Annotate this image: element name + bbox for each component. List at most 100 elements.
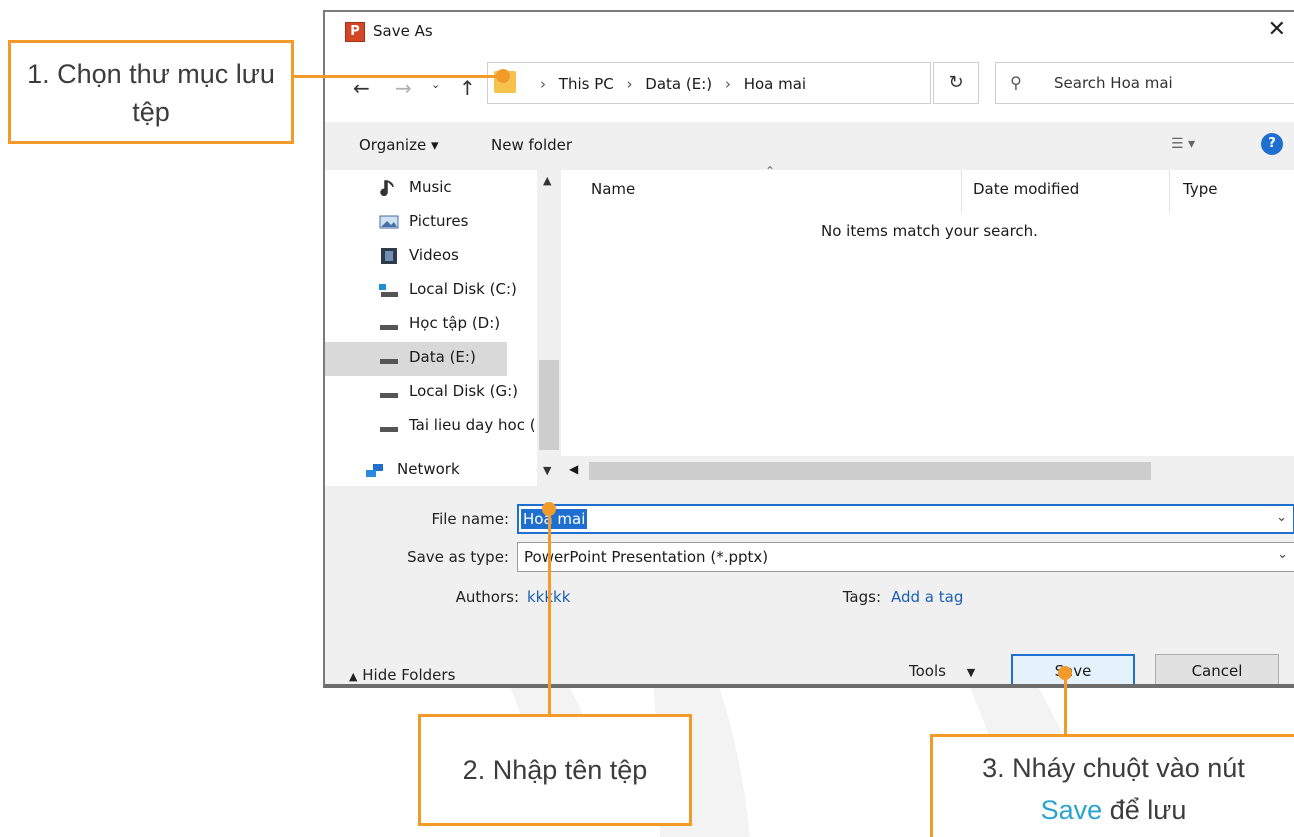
system-drive-icon: [379, 284, 398, 297]
file-name-field[interactable]: Hoa mai ⌄: [517, 504, 1294, 534]
chevron-right-icon: ›: [540, 75, 546, 93]
tags-label: Tags:: [842, 588, 881, 606]
chevron-right-icon: ›: [626, 75, 633, 93]
organize-button[interactable]: Organize ▾: [359, 136, 439, 154]
callout-step-3-tail: để lưu: [1109, 795, 1187, 825]
callout-step-3-line2: Save để lưu: [933, 789, 1294, 831]
add-tag-link[interactable]: Add a tag: [891, 588, 963, 606]
column-divider: [1169, 170, 1170, 212]
sidebar-item-label: Music: [409, 178, 452, 196]
sidebar-scrollbar[interactable]: ▲ ▼: [537, 170, 561, 486]
sidebar-item-label: Local Disk (C:): [409, 280, 517, 298]
callout-connector: [548, 508, 551, 714]
music-icon: [380, 180, 394, 196]
network-icon: [366, 464, 383, 477]
callout-connector: [294, 75, 504, 78]
help-icon[interactable]: ?: [1261, 133, 1283, 155]
scrollbar-thumb[interactable]: [589, 462, 1151, 480]
file-list: ⌃ Name Date modified Type No items match…: [561, 164, 1294, 456]
sidebar-item-local-disk-g[interactable]: Local Disk (G:): [325, 376, 535, 410]
navigation-pane: Music Pictures Videos Local Disk (C:) Họ…: [325, 170, 561, 486]
up-arrow-icon[interactable]: ↑: [459, 76, 476, 100]
sort-ascending-icon: ⌃: [765, 164, 776, 178]
save-type-select[interactable]: PowerPoint Presentation (*.pptx) ⌄: [517, 542, 1294, 572]
refresh-button[interactable]: ↻: [933, 62, 979, 104]
pictures-icon: [379, 215, 399, 229]
command-bar: Organize ▾ New folder ☰ ▾ ?: [325, 122, 1294, 170]
empty-message: No items match your search.: [821, 222, 1038, 240]
callout-dot: [1058, 666, 1072, 680]
chevron-down-icon[interactable]: ⌄: [1277, 547, 1288, 562]
tools-button[interactable]: Tools ▼: [909, 662, 975, 680]
sidebar-item-hoc-tap-d[interactable]: Học tập (D:): [325, 308, 535, 342]
column-divider: [961, 170, 962, 212]
powerpoint-icon: P: [345, 22, 365, 42]
callout-dot: [496, 69, 510, 83]
horizontal-scrollbar[interactable]: ◀: [561, 456, 1294, 486]
address-bar[interactable]: › This PC › Data (E:) › Hoa mai ▼: [487, 62, 1069, 104]
sidebar-item-label: Học tập (D:): [409, 314, 501, 332]
sidebar-item-tai-lieu[interactable]: Tai lieu day hoc (: [325, 410, 536, 444]
refresh-icon: ↻: [948, 72, 964, 93]
recent-dropdown-icon[interactable]: ⌄: [431, 78, 440, 91]
close-button[interactable]: ✕: [1268, 18, 1286, 42]
save-form: File name: Hoa mai ⌄ Save as type: Power…: [325, 486, 1294, 684]
videos-icon: [381, 248, 397, 264]
breadcrumb-data-e[interactable]: Data (E:): [645, 75, 712, 93]
sidebar-item-label: Pictures: [409, 212, 469, 230]
dialog-title: Save As: [373, 22, 433, 40]
save-type-value: PowerPoint Presentation (*.pptx): [524, 548, 769, 566]
sidebar-item-label: Tai lieu day hoc (: [409, 416, 536, 434]
save-type-label: Save as type:: [407, 548, 509, 566]
drive-icon: [380, 427, 398, 432]
sidebar-item-label: Local Disk (G:): [409, 382, 519, 400]
column-name[interactable]: Name: [591, 180, 635, 198]
drive-icon: [380, 325, 398, 330]
hide-folders-label: Hide Folders: [362, 666, 456, 684]
sidebar-item-music[interactable]: Music: [325, 172, 535, 206]
sidebar-item-label: Network: [397, 460, 460, 478]
cancel-button[interactable]: Cancel: [1155, 654, 1279, 684]
save-as-dialog: P Save As ✕ ← → ⌄ ↑ › This PC › Data (E:…: [323, 10, 1294, 688]
scroll-up-icon[interactable]: ▲: [543, 174, 551, 187]
search-placeholder: Search Hoa mai: [1054, 74, 1173, 92]
breadcrumb-hoa-mai[interactable]: Hoa mai: [744, 75, 806, 93]
sidebar-item-videos[interactable]: Videos: [325, 240, 535, 274]
hide-folders-button[interactable]: ▲ Hide Folders: [349, 666, 455, 684]
forward-arrow-icon[interactable]: →: [395, 76, 412, 100]
file-name-label: File name:: [431, 510, 509, 528]
chevron-up-icon: ▲: [349, 670, 358, 683]
scroll-left-icon[interactable]: ◀: [569, 462, 578, 476]
sidebar-item-label: Data (E:): [409, 348, 476, 366]
tools-label: Tools: [909, 662, 946, 680]
drive-icon: [380, 359, 398, 364]
column-type[interactable]: Type: [1183, 180, 1217, 198]
scrollbar-thumb[interactable]: [539, 360, 559, 450]
search-icon: ⚲: [1010, 73, 1022, 92]
callout-connector: [1064, 672, 1067, 734]
new-folder-button[interactable]: New folder: [491, 136, 572, 154]
title-bar: P Save As ✕: [325, 12, 1294, 52]
chevron-down-icon: ▼: [966, 666, 976, 679]
sidebar-item-pictures[interactable]: Pictures: [325, 206, 535, 240]
sidebar-item-network[interactable]: Network: [325, 454, 535, 488]
save-word: Save: [1040, 795, 1103, 825]
view-options-icon[interactable]: ☰ ▾: [1171, 136, 1195, 152]
column-date-modified[interactable]: Date modified: [973, 180, 1079, 198]
callout-dot: [542, 502, 556, 516]
callout-step-2: 2. Nhập tên tệp: [418, 714, 692, 826]
scroll-down-icon[interactable]: ▼: [543, 464, 551, 477]
callout-step-3-line1: 3. Nháy chuột vào nút: [982, 753, 1245, 783]
sidebar-item-data-e[interactable]: Data (E:): [325, 342, 507, 376]
breadcrumb-this-pc[interactable]: This PC: [559, 75, 614, 93]
search-input[interactable]: ⚲ Search Hoa mai: [995, 62, 1294, 104]
chevron-down-icon[interactable]: ⌄: [1276, 510, 1287, 525]
sidebar-item-local-disk-c[interactable]: Local Disk (C:): [325, 274, 535, 308]
sidebar-item-label: Videos: [409, 246, 459, 264]
save-button[interactable]: Save: [1011, 654, 1135, 684]
chevron-right-icon: ›: [724, 75, 731, 93]
back-arrow-icon[interactable]: ←: [353, 76, 370, 100]
authors-label: Authors:: [455, 588, 519, 606]
callout-step-1: 1. Chọn thư mục lưu tệp: [8, 40, 294, 144]
drive-icon: [380, 393, 398, 398]
